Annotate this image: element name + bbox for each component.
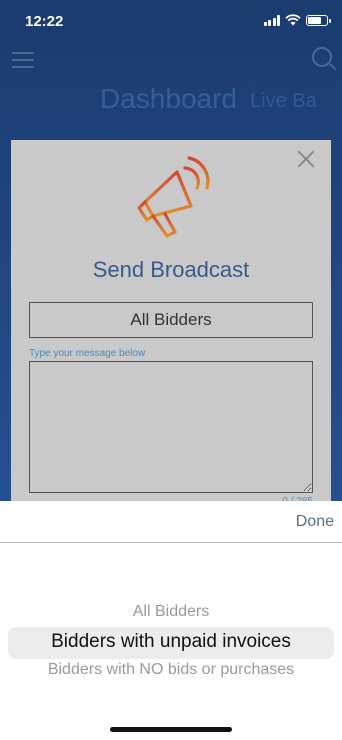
done-button[interactable]: Done [286, 513, 334, 531]
page-title: Dashboard [100, 83, 237, 114]
message-input[interactable] [29, 361, 313, 493]
status-bar: 12:22 [0, 0, 342, 44]
top-nav [0, 44, 342, 78]
picker-option[interactable]: Bidders with NO bids or purchases [0, 661, 342, 679]
wifi-icon [285, 14, 301, 26]
close-icon[interactable] [297, 150, 315, 168]
search-icon [312, 47, 332, 67]
audience-picker-sheet: Done All Bidders Bidders with unpaid inv… [0, 501, 342, 740]
picker-option-selected[interactable]: Bidders with unpaid invoices [0, 631, 342, 653]
picker-toolbar: Done [0, 501, 342, 543]
megaphone-icon [137, 156, 210, 238]
send-broadcast-modal: Send Broadcast All Bidders Type your mes… [11, 140, 331, 510]
status-time: 12:22 [25, 13, 64, 30]
battery-icon [306, 14, 331, 26]
home-indicator [110, 727, 232, 732]
cellular-signal-icon [263, 14, 280, 26]
message-label: Type your message below [29, 348, 146, 359]
status-icons [263, 14, 331, 26]
picker-option[interactable]: All Bidders [0, 603, 342, 621]
picker-wheel[interactable]: All Bidders Bidders with unpaid invoices… [0, 543, 342, 713]
audience-select[interactable]: All Bidders [29, 302, 313, 338]
modal-title: Send Broadcast [92, 257, 250, 282]
menu-icon [12, 52, 34, 73]
battery-fill [308, 16, 321, 24]
page-subtitle: Live Ba [250, 90, 317, 112]
